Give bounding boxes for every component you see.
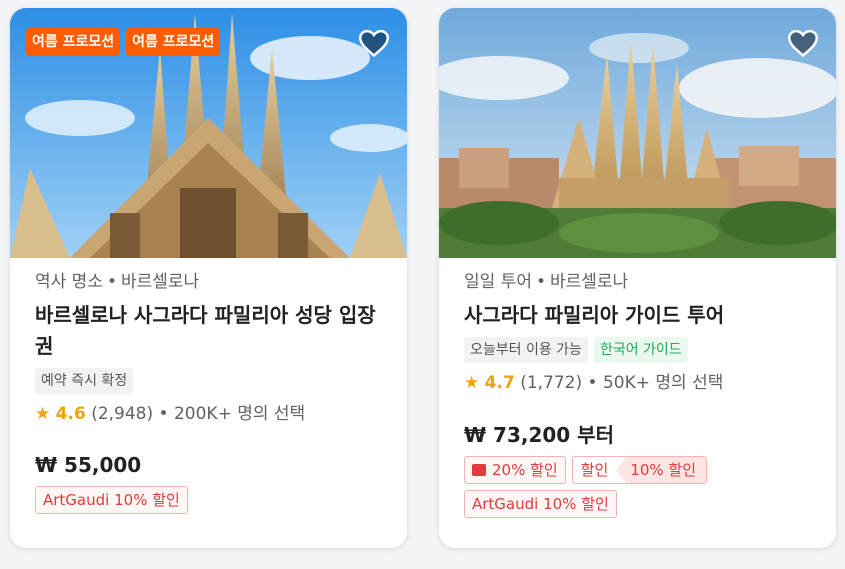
discount-tag: 할인 10% 할인: [571, 456, 708, 484]
product-photo[interactable]: 여름 프로모션 여름 프로모션: [10, 8, 407, 258]
instant-confirm-chip: 예약 즉시 확정: [35, 368, 134, 394]
availability-chip: 오늘부터 이용 가능: [464, 337, 588, 363]
rating-score: 4.6: [55, 404, 86, 424]
discount-label-left: 할인: [572, 457, 617, 483]
coupon-tag: 20% 할인: [464, 456, 566, 484]
category-label: 일일 투어: [464, 272, 532, 292]
coupon-label: 20% 할인: [492, 461, 558, 479]
promo-code-tag: ArtGaudi 10% 할인: [464, 490, 617, 518]
promo-badge: 여름 프로모션: [26, 28, 121, 56]
product-card[interactable]: 여름 프로모션 여름 프로모션 역사 명소 • 바르셀로나 바르셀로나 사그라다 파…: [10, 8, 407, 548]
separator-dot: •: [158, 404, 169, 424]
heart-icon: [788, 29, 818, 57]
popularity-text: 200K+ 명의 선택: [173, 404, 306, 424]
star-icon: ★: [464, 373, 480, 393]
cathedral-city-photo: [439, 8, 836, 258]
promo-badge: 여름 프로모션: [126, 28, 221, 56]
review-count: (1,772): [520, 373, 583, 393]
product-title[interactable]: 바르셀로나 사그라다 파밀리아 성당 입장권: [35, 300, 387, 362]
product-title[interactable]: 사그라다 파밀리아 가이드 투어: [464, 300, 816, 331]
category-label: 역사 명소: [35, 272, 103, 292]
price: ₩ 55,000: [35, 453, 142, 477]
korean-guide-chip: 한국어 가이드: [593, 337, 688, 363]
category-line: 역사 명소 • 바르셀로나: [35, 270, 387, 294]
city-label: 바르셀로나: [550, 272, 629, 292]
popularity-text: 50K+ 명의 선택: [602, 373, 724, 393]
discount-label-right: 10% 할인: [616, 457, 707, 483]
city-label: 바르셀로나: [121, 272, 200, 292]
wishlist-button[interactable]: [784, 24, 822, 62]
product-card[interactable]: 일일 투어 • 바르셀로나 사그라다 파밀리아 가이드 투어 오늘부터 이용 가능 …: [439, 8, 836, 548]
rating-score: 4.7: [484, 373, 515, 393]
product-photo[interactable]: [439, 8, 836, 258]
star-icon: ★: [35, 404, 51, 424]
separator-dot: •: [587, 373, 598, 393]
separator-dot: •: [535, 272, 546, 292]
wishlist-button[interactable]: [355, 24, 393, 62]
rating-line: ★ 4.7 (1,772) • 50K+ 명의 선택: [464, 371, 816, 395]
promo-code-tag: ArtGaudi 10% 할인: [35, 486, 188, 514]
separator-dot: •: [106, 272, 117, 292]
rating-line: ★ 4.6 (2,948) • 200K+ 명의 선택: [35, 402, 387, 426]
ticket-icon: [472, 464, 486, 476]
heart-icon: [359, 29, 389, 57]
price: ₩ 73,200 부터: [464, 423, 614, 447]
category-line: 일일 투어 • 바르셀로나: [464, 270, 816, 294]
review-count: (2,948): [91, 404, 154, 424]
